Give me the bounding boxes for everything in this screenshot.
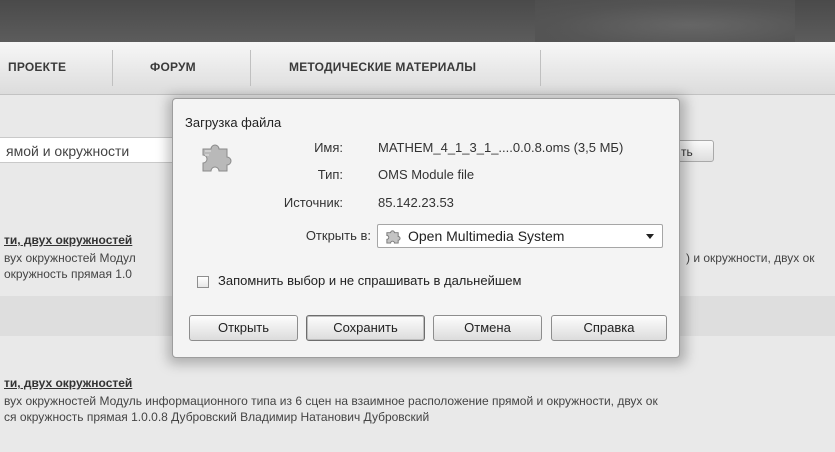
cancel-button[interactable]: Отмена xyxy=(433,315,542,341)
help-button[interactable]: Справка xyxy=(551,315,667,341)
file-name-value: MATHEM_4_1_3_1_....0.0.8.oms (3,5 МБ) xyxy=(378,140,624,155)
source-value: 85.142.23.53 xyxy=(378,195,454,210)
chevron-down-icon[interactable] xyxy=(646,234,654,239)
open-with-select[interactable]: Open Multimedia System xyxy=(377,224,663,248)
result-description-right: ) и окружности, двух ок xyxy=(686,251,815,265)
nav-item-methodical-materials[interactable]: МЕТОДИЧЕСКИЕ МАТЕРИАЛЫ xyxy=(289,60,476,74)
file-download-dialog: Загрузка файла Имя: MATHEM_4_1_3_1_....0… xyxy=(172,98,680,358)
save-button[interactable]: Сохранить xyxy=(306,315,425,341)
nav-item-forum[interactable]: ФОРУМ xyxy=(150,60,196,74)
result-title-link[interactable]: ти, двух окружностей xyxy=(4,376,132,390)
result-description: вух окружностей Модуль информационного т… xyxy=(4,394,658,408)
nav-divider xyxy=(112,50,113,86)
nav-divider xyxy=(250,50,251,86)
result-title-link[interactable]: ти, двух окружностей xyxy=(4,233,132,247)
remember-choice-checkbox[interactable] xyxy=(197,276,209,288)
remember-choice-label[interactable]: Запомнить выбор и не спрашивать в дальне… xyxy=(218,273,521,288)
puzzle-plugin-icon xyxy=(199,139,233,178)
puzzle-plugin-icon xyxy=(385,228,401,250)
dialog-title: Загрузка файла xyxy=(185,115,282,130)
nav-divider xyxy=(540,50,541,86)
file-type-value: OMS Module file xyxy=(378,167,475,182)
open-with-selected-value: Open Multimedia System xyxy=(408,228,565,244)
nav-item-project[interactable]: ПРОЕКТЕ xyxy=(8,60,66,74)
result-description: вух окружностей Модул xyxy=(4,251,136,265)
open-button[interactable]: Открыть xyxy=(189,315,298,341)
site-header-banner xyxy=(0,0,835,42)
source-label: Источник: xyxy=(283,195,343,210)
header-map-decoration xyxy=(535,0,795,42)
main-nav: ПРОЕКТЕ ФОРУМ МЕТОДИЧЕСКИЕ МАТЕРИАЛЫ xyxy=(0,42,835,95)
open-with-label: Открыть в: xyxy=(305,228,371,243)
result-description: окружность прямая 1.0 xyxy=(4,267,132,281)
result-description: ся окружность прямая 1.0.0.8 Дубровский … xyxy=(4,410,430,424)
name-label: Имя: xyxy=(314,140,343,155)
search-input[interactable]: ямой и окружности xyxy=(0,137,190,163)
type-label: Тип: xyxy=(317,167,343,182)
